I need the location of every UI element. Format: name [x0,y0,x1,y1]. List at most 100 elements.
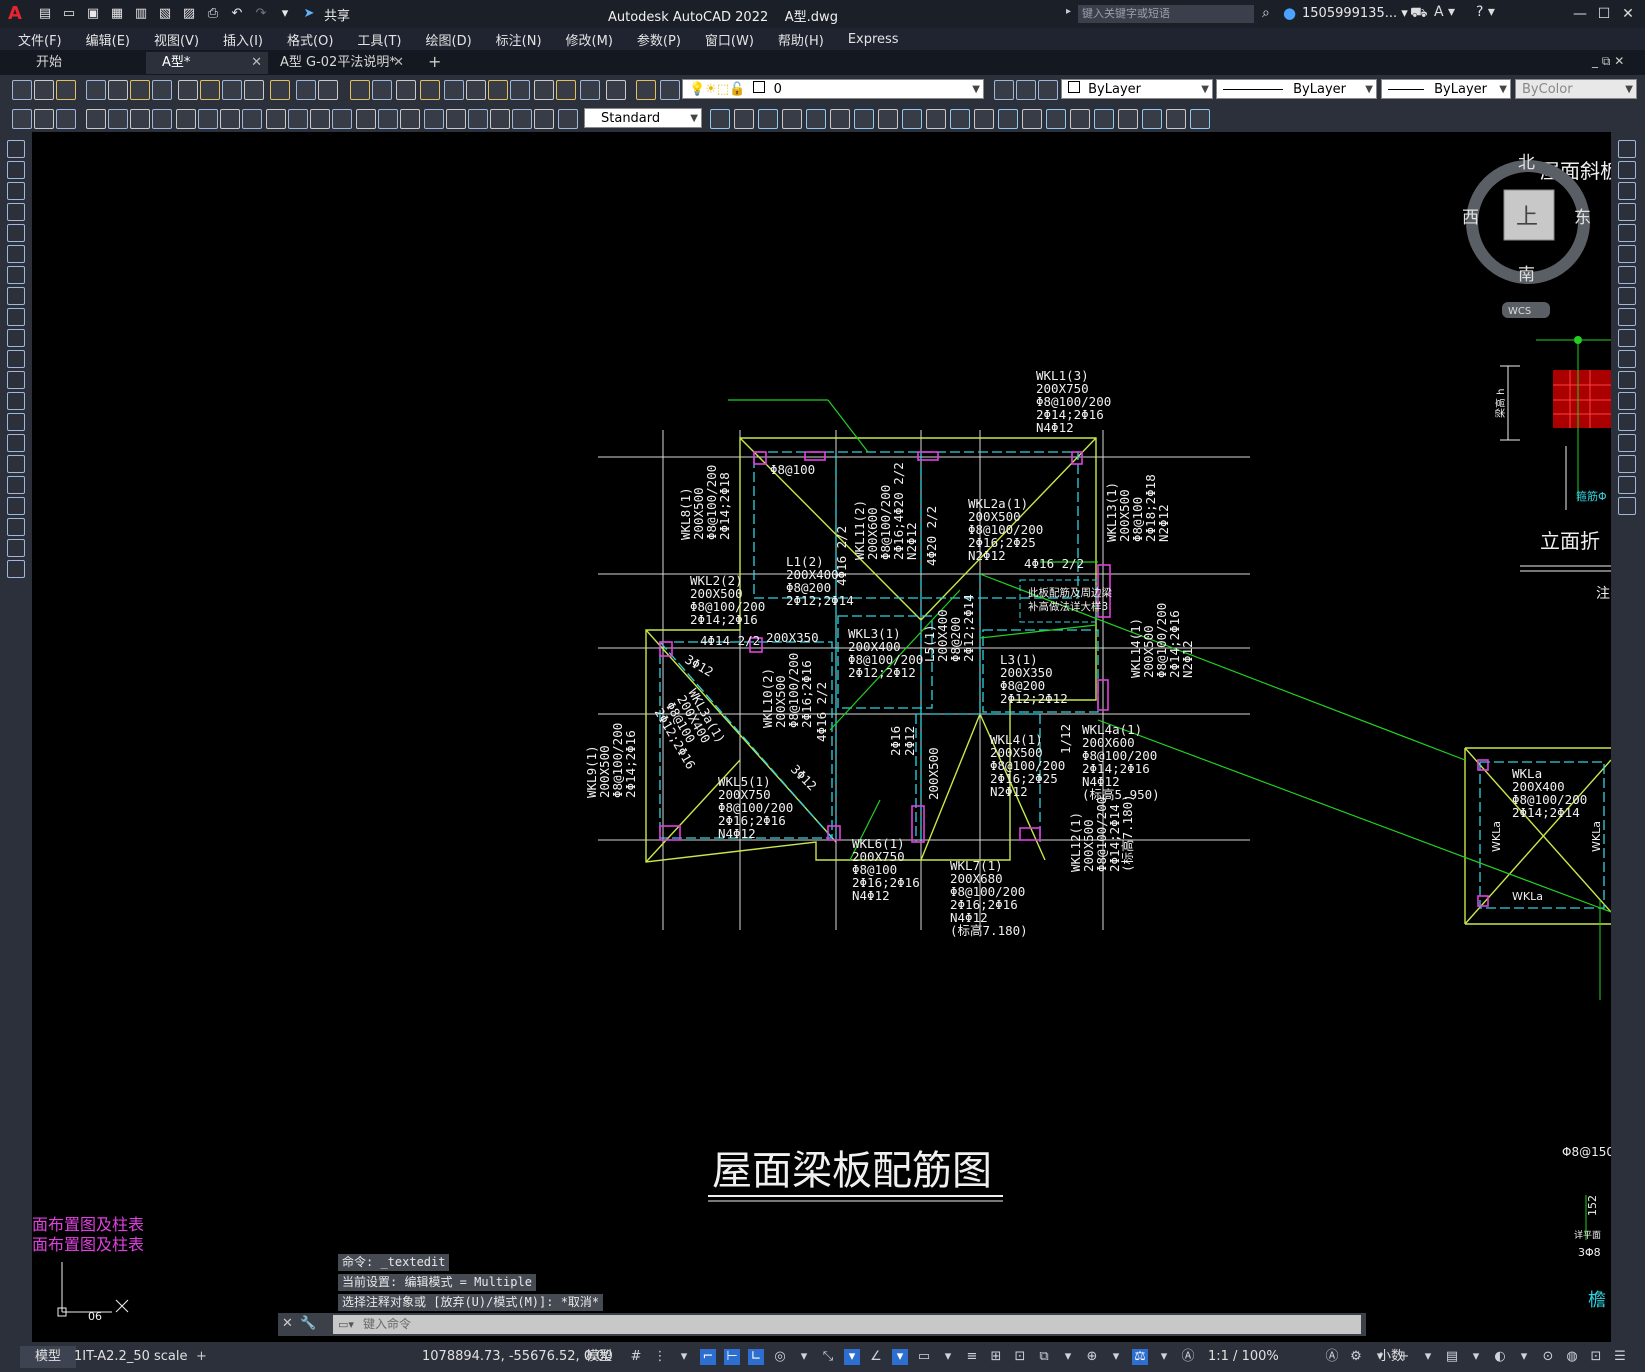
help-icon[interactable] [556,80,576,100]
menu-item[interactable]: 文件(F) [0,30,74,49]
user-icon[interactable]: ● [1283,4,1296,22]
autocad-logo-icon[interactable]: A [8,3,22,24]
break-icon[interactable] [288,109,308,129]
tab-a-type[interactable]: A型* ✕ [146,52,268,74]
ordinate-icon[interactable] [86,109,106,129]
status-toggle-icon[interactable]: ∠ [868,1349,884,1365]
vertical-beam-label[interactable]: WKL11(2)200X600Φ8@100/2002Φ16;4Φ20 2/2N2… [852,462,919,560]
coordinates-readout[interactable]: 1078894.73, -55676.52, 0.00 [422,1346,613,1368]
designcenter-icon[interactable] [444,80,464,100]
baseline-icon[interactable] [220,109,240,129]
line-icon[interactable] [7,140,25,158]
status-toggle-icon[interactable]: Ⓐ [1180,1349,1196,1365]
break-at-point-icon[interactable] [1618,371,1636,389]
properties-icon[interactable] [420,80,440,100]
center-mark-icon[interactable] [332,109,352,129]
quick-open-icon[interactable]: ▭ [60,5,78,23]
dim-text-edit-icon[interactable] [424,109,444,129]
color-dropdown[interactable]: ByLayer ▼ [1061,79,1213,99]
wcs-menu[interactable]: WCS [1508,306,1531,317]
layer-state-icon[interactable] [606,80,626,100]
plotstyle-dropdown[interactable]: ByColor ▼ [1515,79,1637,99]
explode-icon[interactable] [1618,497,1636,515]
menu-item[interactable]: 窗口(W) [693,30,766,49]
3dprint-icon[interactable] [152,80,172,100]
open-icon[interactable] [660,80,680,100]
menu-item[interactable]: Express [836,32,911,47]
vertical-beam-label[interactable]: WKL13(1)200X500Φ8@1002Φ18;2Φ18N2Φ12 [1104,474,1171,542]
quick-dim-icon[interactable] [198,109,218,129]
imprint-icon[interactable] [974,109,994,129]
command-prompt-icon[interactable]: ▭▾ [338,1318,354,1331]
new-icon[interactable] [636,80,656,100]
search-expand-icon[interactable]: ▸ [1066,6,1071,17]
undo-icon[interactable] [270,80,290,100]
right-label[interactable]: 檐 [1588,1290,1606,1311]
make-block-icon[interactable] [7,392,25,410]
status-toggle-icon[interactable]: ≡ [964,1349,980,1365]
drawing-title[interactable]: 屋面梁板配筋图 [712,1148,992,1194]
polysolid-icon[interactable] [1166,109,1186,129]
right-label[interactable]: 152 [1586,1195,1599,1216]
status-toggle-icon[interactable]: ▾ [892,1349,908,1365]
slice-icon[interactable] [902,109,922,129]
menu-item[interactable]: 帮助(H) [766,30,836,49]
quick-publish-icon[interactable]: ▨ [180,5,198,23]
diameter-icon[interactable] [152,109,172,129]
annotation[interactable]: Φ8@100 [770,462,815,477]
annotation[interactable]: 4Φ16 2/2 [834,526,849,586]
quick-redo-icon[interactable]: ↷ [252,5,270,23]
space-icon[interactable] [266,109,286,129]
section-icon[interactable] [926,109,946,129]
fillet-icon[interactable] [1618,455,1636,473]
quick-undo-icon[interactable]: ↶ [228,5,246,23]
box-icon[interactable] [998,109,1018,129]
stretch-icon[interactable] [1618,308,1636,326]
status-toggle-icon[interactable]: ⊕ [1084,1349,1100,1365]
layer-previous-icon[interactable] [1016,80,1036,100]
insert-block-icon[interactable] [7,371,25,389]
rotate-icon[interactable] [1618,266,1636,284]
status-toggle-icon[interactable]: ⌐ [700,1349,716,1365]
model-space-toggle[interactable]: 模型 [586,1346,612,1368]
cylinder-icon[interactable] [1022,109,1042,129]
gradient-icon[interactable] [7,455,25,473]
status-toggle-icon[interactable]: ▾ [676,1349,692,1365]
status-toggle-icon[interactable]: ◎ [772,1349,788,1365]
linear-dim-icon[interactable] [12,109,32,129]
wkla-label[interactable]: WKLa [1590,821,1603,852]
viewcube-west[interactable]: 西 [1462,208,1479,228]
linetype-dropdown[interactable]: ByLayer ▼ [1216,79,1377,99]
beam-label[interactable]: WKL3(1) 200X400 Φ8@100/200 2Φ12;2Φ12 [848,626,923,680]
beam-label[interactable]: WKL2a(1) 200X500 Φ8@100/200 2Φ16;2Φ25 N2Φ12 [968,496,1043,563]
aligned-dim-icon[interactable] [34,109,54,129]
status-toggle-icon[interactable]: ☰ [1612,1349,1628,1365]
quick-import-icon[interactable]: ▥ [132,5,150,23]
mtext-icon[interactable] [7,518,25,536]
vertical-beam-label[interactable]: WKL10(2)200X500Φ8@100/2002Φ16;2Φ16 [760,653,814,728]
status-toggle-icon[interactable]: ⊡ [1588,1349,1604,1365]
arc-length-icon[interactable] [534,109,554,129]
drawing-canvas[interactable]: 屋面梁板配筋图 WKL1(3) 200X750 Φ8@100/200 2Φ14;2Φ1… [32,132,1611,1342]
annotation-scale[interactable]: 1:1 / 100% [1208,1346,1279,1368]
sheetset-icon[interactable] [488,80,508,100]
union-icon[interactable] [710,109,730,129]
status-toggle-icon[interactable]: ▾ [844,1349,860,1365]
polygon-icon[interactable] [7,203,25,221]
status-toggle-icon[interactable]: ⊡ [1012,1349,1028,1365]
user-account[interactable]: 1505999135... ▾ [1302,6,1408,21]
scale-icon[interactable] [1618,287,1636,305]
beam-label[interactable]: WKL4(1) 200X500 Φ8@100/200 2Φ16;2Φ25 N2Φ12 [990,732,1065,799]
beam-label[interactable]: WKLa 200X400 Φ8@100/200 2Φ14;2Φ14 [1512,766,1587,820]
circle-icon[interactable] [7,266,25,284]
layer-iso-icon[interactable] [1038,80,1058,100]
viewcube-face[interactable]: 上 [1516,205,1538,230]
zoom-window-icon[interactable] [372,80,392,100]
menu-item[interactable]: 参数(P) [625,30,693,49]
search-icon[interactable]: ⌕ [1262,5,1270,21]
command-input[interactable]: 键入命令 [333,1315,1361,1334]
beam-label[interactable]: WKL5(1) 200X750 Φ8@100/200 2Φ16;2Φ16 N4Φ12 [718,774,793,841]
status-toggle-icon[interactable]: ▾ [1060,1349,1076,1365]
point-icon[interactable] [7,413,25,431]
sphere-icon[interactable] [1046,109,1066,129]
